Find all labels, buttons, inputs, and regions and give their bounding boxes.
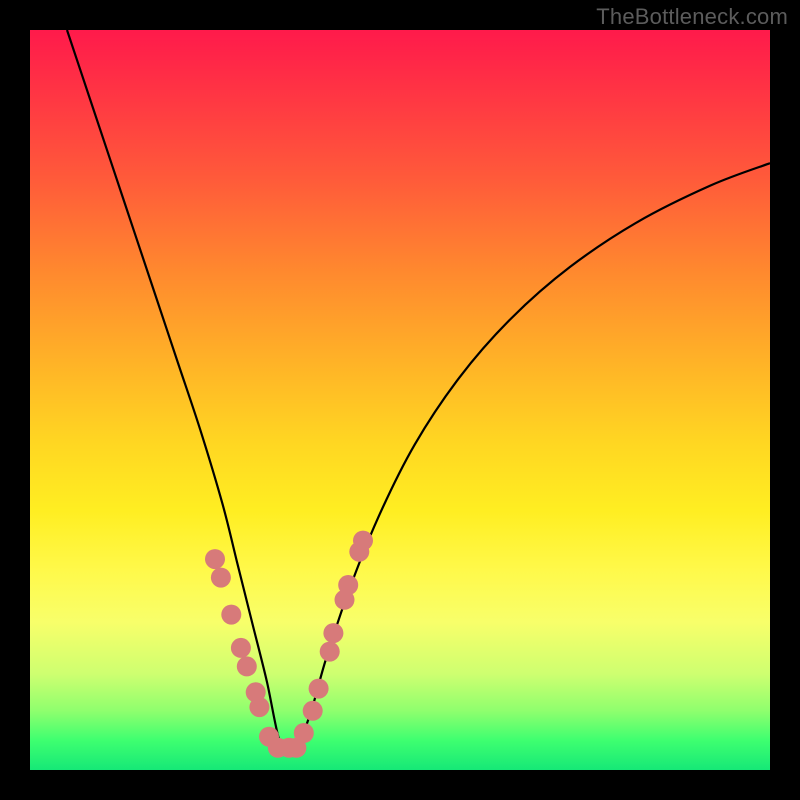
curve-marker bbox=[309, 679, 329, 699]
chart-frame: TheBottleneck.com bbox=[0, 0, 800, 800]
curve-marker bbox=[323, 623, 343, 643]
curve-marker bbox=[211, 568, 231, 588]
curve-marker bbox=[237, 656, 257, 676]
curve-layer bbox=[67, 30, 770, 754]
curve-marker bbox=[205, 549, 225, 569]
curve-marker bbox=[294, 723, 314, 743]
watermark-text: TheBottleneck.com bbox=[596, 4, 788, 30]
curve-marker bbox=[320, 642, 340, 662]
chart-svg bbox=[30, 30, 770, 770]
bottleneck-curve bbox=[67, 30, 770, 754]
curve-marker bbox=[338, 575, 358, 595]
curve-marker bbox=[249, 697, 269, 717]
curve-marker bbox=[353, 531, 373, 551]
curve-marker bbox=[303, 701, 323, 721]
curve-marker bbox=[231, 638, 251, 658]
marker-layer bbox=[205, 531, 373, 758]
curve-marker bbox=[221, 605, 241, 625]
chart-plot-area bbox=[30, 30, 770, 770]
